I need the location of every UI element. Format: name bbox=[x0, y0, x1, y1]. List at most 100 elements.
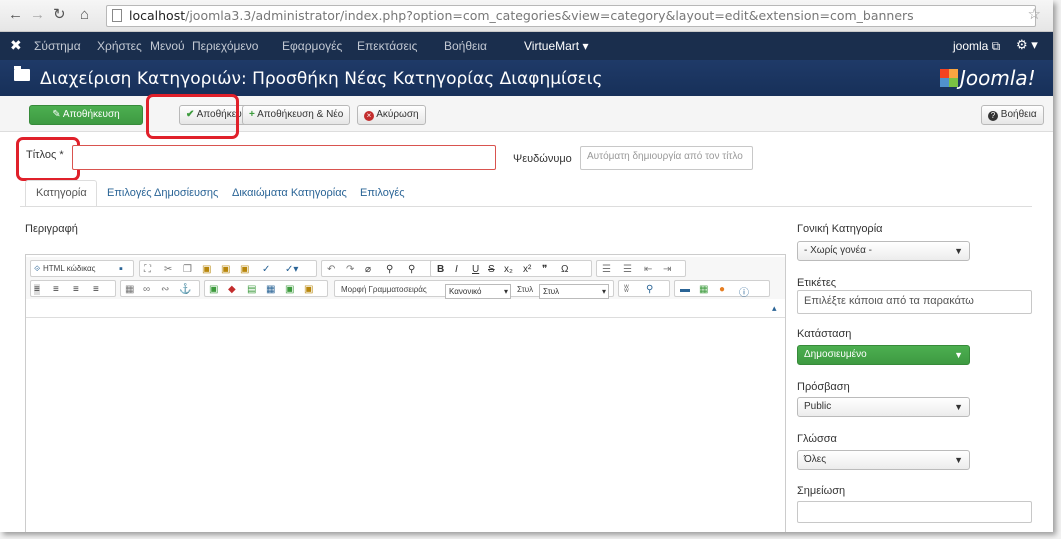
blockquote-icon[interactable]: ❞ bbox=[542, 264, 547, 275]
numbered-list-icon[interactable]: ☰ bbox=[623, 264, 632, 275]
tab-options[interactable]: Επιλογές bbox=[360, 187, 405, 199]
menu-help[interactable]: Βοήθεια bbox=[444, 39, 487, 53]
cancel-icon: × bbox=[364, 111, 374, 121]
tags-input[interactable]: Επιλέξτε κάποια από τα παρακάτω bbox=[797, 290, 1032, 314]
alias-input[interactable]: Αυτόματη δημιουργία από τον τίτλο bbox=[580, 146, 753, 170]
paste-icon[interactable]: ▣ bbox=[202, 264, 211, 275]
help-button[interactable]: ? Βοήθεια bbox=[981, 105, 1044, 125]
home-icon[interactable]: ⌂ bbox=[80, 6, 89, 24]
highlight-save-close bbox=[146, 94, 239, 139]
chevron-down-icon: ▼ bbox=[954, 246, 963, 256]
reload-icon[interactable]: ↻ bbox=[53, 6, 66, 24]
superscript-icon[interactable]: x² bbox=[523, 264, 531, 275]
image-icon[interactable]: ▦ bbox=[125, 284, 134, 295]
insert-file-icon[interactable]: ▣ bbox=[285, 284, 294, 295]
parent-category-select[interactable]: - Χωρίς γονέα - ▼ bbox=[797, 241, 970, 261]
cut-icon[interactable]: ✂ bbox=[164, 264, 172, 275]
back-icon[interactable]: ← bbox=[8, 6, 23, 24]
find-icon[interactable]: ⚲ bbox=[386, 264, 393, 275]
font-format-select[interactable]: Κανονικό bbox=[445, 284, 511, 299]
menu-virtuemart[interactable]: VirtueMart ▾ bbox=[524, 39, 589, 53]
replace-icon[interactable]: ⚲ bbox=[408, 264, 415, 275]
menu-extensions[interactable]: Επεκτάσεις bbox=[357, 39, 417, 53]
align-justify-icon[interactable]: ≡ bbox=[93, 284, 99, 295]
parent-category-label: Γονική Κατηγορία bbox=[797, 223, 883, 235]
subscript-icon[interactable]: x₂ bbox=[504, 264, 513, 275]
save-button[interactable]: ✎ Αποθήκευση bbox=[29, 105, 143, 125]
underline-icon[interactable]: U bbox=[472, 264, 479, 275]
bold-icon[interactable]: B bbox=[437, 264, 444, 275]
rich-text-editor: ⟐ HTML κώδικας ▪ ⛶ ✂ ❐ ▣ ▣ ▣ ✓ ✓▾ ↶ ↷ ⌀ … bbox=[25, 254, 786, 532]
save-new-button[interactable]: + Αποθήκευση & Νέο bbox=[242, 105, 351, 125]
tab-divider bbox=[20, 206, 1032, 207]
page-header: Διαχείριση Κατηγοριών: Προσθήκη Νέας Κατ… bbox=[0, 60, 1053, 96]
collapse-toolbar-icon[interactable]: ▴ bbox=[772, 303, 777, 314]
access-label: Πρόσβαση bbox=[797, 381, 850, 393]
unlink-icon[interactable]: ∾ bbox=[161, 284, 169, 295]
spellcheck-abc-icon[interactable]: ʬ bbox=[624, 284, 629, 295]
editor-toolbar-row-2: ≡ ≡ ≡ ≡ ▦ ∞ ∾ ⚓ ▣ ◆ ▤ ▦ ▣ ▣ Μορφή Γραμμα… bbox=[26, 277, 785, 299]
align-center-icon[interactable]: ≡ bbox=[53, 284, 59, 295]
url-host: localhost bbox=[129, 8, 186, 23]
tab-publishing-options[interactable]: Επιλογές Δημοσίευσης bbox=[107, 187, 218, 199]
access-select[interactable]: Public ▼ bbox=[797, 397, 970, 417]
status-select[interactable]: Δημοσιευμένο ▼ bbox=[797, 345, 970, 365]
align-group: ≡ ≡ ≡ ≡ bbox=[30, 280, 116, 297]
outdent-icon[interactable]: ⇤ bbox=[644, 264, 652, 275]
spellcheck-menu-icon[interactable]: ✓▾ bbox=[285, 264, 298, 275]
strikethrough-icon[interactable]: S bbox=[488, 264, 495, 275]
align-left-icon[interactable]: ≡ bbox=[34, 284, 40, 295]
tab-permissions[interactable]: Δικαιώματα Κατηγορίας bbox=[232, 187, 347, 199]
template-icon[interactable]: ▬ bbox=[680, 284, 690, 295]
alias-label: Ψευδώνυμο bbox=[513, 153, 572, 165]
folder-icon bbox=[14, 66, 30, 81]
copy-icon[interactable]: ❐ bbox=[183, 264, 192, 275]
tab-category[interactable]: Κατηγορία bbox=[36, 187, 87, 199]
insert-image-icon[interactable]: ▣ bbox=[209, 284, 218, 295]
editor-content-area[interactable] bbox=[26, 318, 785, 532]
clear-format-icon[interactable]: ⌀ bbox=[365, 264, 371, 275]
link-icon[interactable]: ∞ bbox=[143, 284, 150, 295]
title-input[interactable] bbox=[72, 145, 496, 170]
style-select[interactable]: Στυλ bbox=[539, 284, 609, 299]
redo-icon[interactable]: ↷ bbox=[346, 264, 354, 275]
format-group: Μορφή Γραμματοσειράς Κανονικό Στυλ Στυλ bbox=[334, 280, 614, 299]
menu-components[interactable]: Εφαρμογές bbox=[282, 39, 342, 53]
fullscreen-icon[interactable]: ▦ bbox=[699, 284, 708, 295]
chevron-down-icon: ▼ bbox=[954, 350, 963, 360]
highlight-title-label bbox=[16, 137, 80, 181]
menu-menus[interactable]: Μενού bbox=[150, 39, 185, 53]
note-input[interactable] bbox=[797, 501, 1032, 523]
paste-text-icon[interactable]: ▣ bbox=[221, 264, 230, 275]
align-right-icon[interactable]: ≡ bbox=[73, 284, 79, 295]
insert-doc-icon[interactable]: ▤ bbox=[247, 284, 256, 295]
about-icon[interactable]: ⓘ bbox=[739, 284, 749, 299]
italic-icon[interactable]: I bbox=[455, 264, 458, 275]
indent-icon[interactable]: ⇥ bbox=[663, 264, 671, 275]
select-all-icon[interactable]: ⛶ bbox=[144, 264, 151, 275]
forward-icon[interactable]: → bbox=[30, 6, 45, 24]
gear-icon[interactable]: ⚙ ▾ bbox=[1016, 37, 1038, 53]
insert-media-icon[interactable]: ◆ bbox=[228, 284, 236, 295]
misc-group-2: ▬ ▦ ● ⓘ bbox=[674, 280, 770, 299]
insert-module-icon[interactable]: ▣ bbox=[304, 284, 313, 295]
address-bar[interactable]: localhost/joomla3.3/administrator/index.… bbox=[106, 5, 1036, 27]
undo-icon[interactable]: ↶ bbox=[327, 264, 335, 275]
spellcheck-icon[interactable]: ✓ bbox=[262, 264, 270, 275]
special-char-icon[interactable]: Ω bbox=[561, 264, 568, 275]
joomla-menu-icon[interactable]: ✖ bbox=[10, 37, 22, 54]
html-source-button[interactable]: ⟐ HTML κώδικας ▪ bbox=[30, 260, 134, 277]
paste-word-icon[interactable]: ▣ bbox=[240, 264, 249, 275]
preview-icon[interactable]: ⚲ bbox=[646, 284, 653, 295]
user-menu[interactable]: joomla ⧉ bbox=[953, 39, 1000, 54]
cancel-button[interactable]: × Ακύρωση bbox=[357, 105, 426, 125]
color-picker-icon[interactable]: ● bbox=[719, 284, 725, 295]
menu-content[interactable]: Περιεχόμενο bbox=[192, 39, 258, 53]
language-select[interactable]: Όλες ▼ bbox=[797, 450, 970, 470]
menu-system[interactable]: Σύστημα bbox=[34, 39, 81, 53]
anchor-icon[interactable]: ⚓ bbox=[179, 284, 191, 295]
menu-users[interactable]: Χρήστες bbox=[97, 39, 142, 53]
insert-table-icon[interactable]: ▦ bbox=[266, 284, 275, 295]
bookmark-star-icon[interactable]: ☆ bbox=[1028, 5, 1041, 23]
bullet-list-icon[interactable]: ☰ bbox=[602, 264, 611, 275]
